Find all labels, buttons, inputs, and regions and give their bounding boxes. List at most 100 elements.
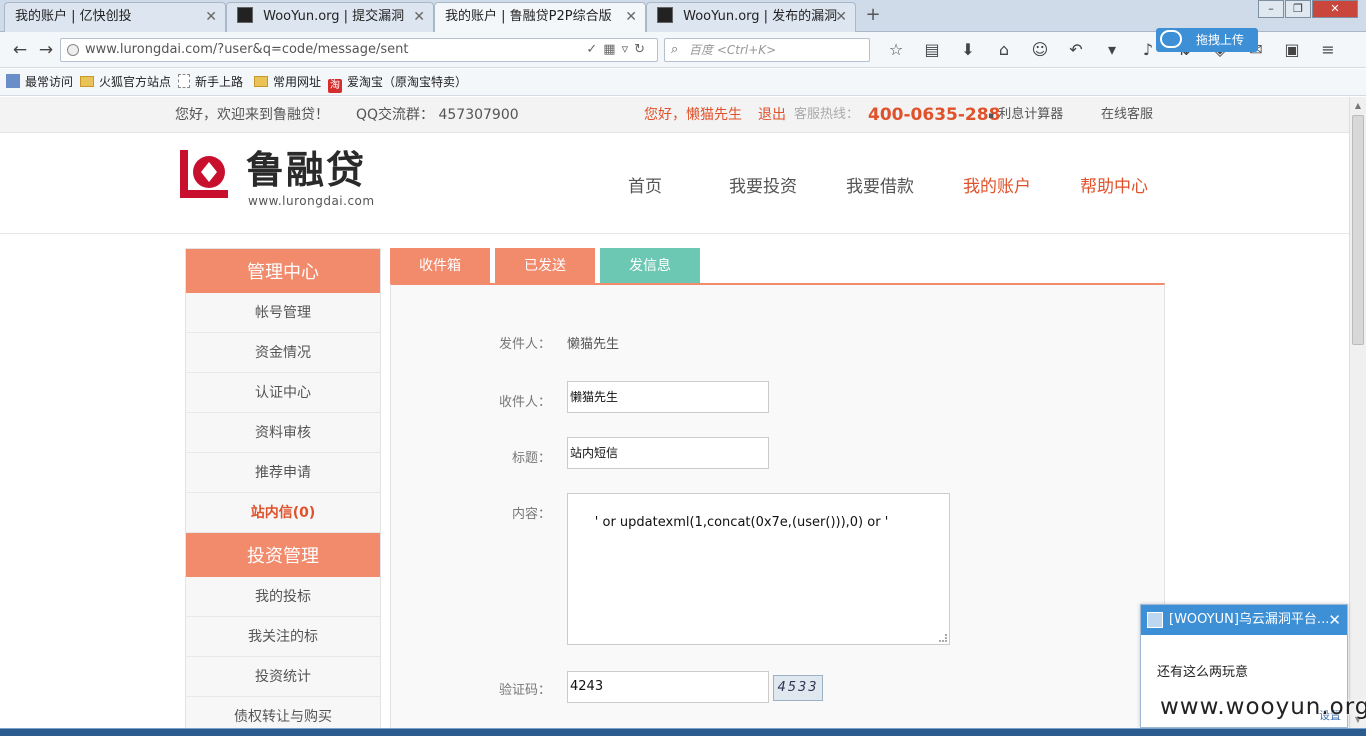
dropdown-icon[interactable]: ▾: [1094, 38, 1130, 62]
scrollbar-thumb[interactable]: [1352, 115, 1364, 345]
forward-arrow-icon[interactable]: →: [34, 38, 58, 62]
menu-icon[interactable]: ≡: [1310, 38, 1346, 62]
cloud-upload-icon: [1160, 30, 1182, 48]
site-top-strip: 您好，欢迎来到鲁融贷！ QQ交流群： 457307900 您好，懒猫先生 退出 …: [0, 97, 1349, 133]
content-text: ' or updatexml(1,concat(0x7e,(user())),0…: [594, 515, 889, 530]
download-icon[interactable]: ⬇: [950, 38, 986, 62]
bookmarks-bar: 最常访问 火狐官方站点 新手上路 常用网址 淘爱淘宝（原淘宝特卖）: [0, 69, 1366, 96]
browser-tab[interactable]: 我的账户 | 亿快创投 ✕: [4, 2, 226, 32]
sender-value: 懒猫先生: [567, 337, 620, 352]
browser-tab-active[interactable]: 我的账户 | 鲁融贷P2P综合版 ✕: [434, 2, 646, 32]
page-scrollbar[interactable]: ▲ ▼: [1349, 97, 1366, 728]
sidebar-item-review[interactable]: 资料审核: [186, 413, 380, 453]
reader-icon[interactable]: ▣: [1274, 38, 1310, 62]
watermark-text: www.wooyun.org: [1160, 694, 1366, 720]
notification-title[interactable]: [WOOYUN]乌云漏洞平台...: [1169, 612, 1329, 627]
minimize-icon[interactable]: –: [1258, 0, 1284, 18]
new-tab-button[interactable]: +: [862, 4, 884, 26]
bookmark-label: 常用网址: [273, 75, 322, 89]
chat-icon[interactable]: ☺: [1022, 38, 1058, 62]
tab-label: WooYun.org | 发布的漏洞: [683, 9, 838, 24]
welcome-text: 您好，欢迎来到鲁融贷！: [175, 107, 329, 123]
subject-input[interactable]: 站内短信: [567, 437, 769, 469]
nav-help-center[interactable]: 帮助中心: [1080, 172, 1148, 197]
search-placeholder: 百度 <Ctrl+K>: [689, 43, 777, 57]
content-textarea[interactable]: ' or updatexml(1,concat(0x7e,(user())),0…: [567, 493, 950, 645]
nav-my-account[interactable]: 我的账户: [963, 172, 1031, 197]
browser-tab[interactable]: WooYun.org | 提交漏洞 ✕: [226, 2, 434, 32]
folder-icon: [80, 76, 94, 87]
compose-panel: 发件人： 懒猫先生 收件人： 懒猫先生 标题： 站内短信 内容： ' or up…: [390, 283, 1165, 728]
most-visited-icon: [6, 74, 20, 88]
wooyun-notify-icon: [1147, 612, 1163, 628]
qq-group-text: QQ交流群： 457307900: [356, 107, 519, 123]
sidebar-item-verification[interactable]: 认证中心: [186, 373, 380, 413]
globe-icon: [67, 44, 79, 56]
tab-sent[interactable]: 已发送: [495, 248, 595, 284]
upload-label: 拖拽上传: [1196, 33, 1245, 47]
sidebar-section-title: 投资管理: [186, 533, 380, 577]
recipient-input[interactable]: 懒猫先生: [567, 381, 769, 413]
close-icon[interactable]: ✕: [1328, 605, 1341, 635]
resize-grip-icon[interactable]: [939, 634, 947, 642]
wooyun-favicon-icon: [657, 7, 673, 23]
close-icon[interactable]: ✕: [835, 3, 847, 31]
bookmark-item[interactable]: 火狐官方站点: [80, 69, 171, 96]
bookmark-item[interactable]: 新手上路: [178, 69, 243, 96]
notification-body[interactable]: 还有这么两玩意: [1141, 635, 1347, 680]
search-input[interactable]: ⌕ 百度 <Ctrl+K>: [664, 38, 870, 62]
bookmark-item[interactable]: 淘爱淘宝（原淘宝特卖）: [328, 69, 467, 96]
bookmark-label: 火狐官方站点: [99, 75, 172, 89]
url-bar-icons[interactable]: ✓▦▿↻: [586, 39, 651, 61]
sidebar-item-debt-transfer[interactable]: 债权转让与购买: [186, 697, 380, 728]
home-icon[interactable]: ⌂: [986, 38, 1022, 62]
account-sidebar: 管理中心 帐号管理 资金情况 认证中心 资料审核 推荐申请 站内信(0) 投资管…: [185, 248, 381, 728]
nav-borrow[interactable]: 我要借款: [846, 172, 914, 197]
online-service-link[interactable]: 在线客服: [1101, 97, 1153, 133]
calculator-link[interactable]: ▪ 利息计算器: [988, 97, 1063, 134]
maximize-icon[interactable]: ❐: [1285, 0, 1311, 18]
sidebar-item-invest-stats[interactable]: 投资统计: [186, 657, 380, 697]
toolbar-icons: ☆ ▤ ⬇ ⌂ ☺ ↶ ▾ ♪ ⇅ ◈ ✉ ▣ ≡: [878, 38, 1346, 62]
window-close-icon[interactable]: ✕: [1312, 0, 1358, 18]
upload-button[interactable]: 拖拽上传: [1156, 28, 1258, 52]
scroll-up-icon[interactable]: ▲: [1350, 101, 1366, 110]
hotline-label: 客服热线：: [794, 107, 860, 122]
logo-mark-icon[interactable]: [176, 146, 234, 204]
user-greeting[interactable]: 您好，懒猫先生: [644, 97, 742, 133]
sidebar-item-my-bids[interactable]: 我的投标: [186, 577, 380, 617]
sidebar-item-funds[interactable]: 资金情况: [186, 333, 380, 373]
sidebar-item-followed-bids[interactable]: 我关注的标: [186, 617, 380, 657]
site-header: 鲁融贷 www.lurongdai.com 首页 我要投资 我要借款 我的账户 …: [0, 134, 1349, 234]
logo-url: www.lurongdai.com: [248, 194, 375, 208]
undo-icon[interactable]: ↶: [1058, 38, 1094, 62]
sidebar-item-messages[interactable]: 站内信(0): [186, 493, 380, 533]
bookmark-item[interactable]: 常用网址: [254, 69, 321, 96]
nav-invest[interactable]: 我要投资: [729, 172, 797, 197]
close-icon[interactable]: ✕: [413, 3, 425, 31]
url-bar[interactable]: www.lurongdai.com/?user&q=code/message/s…: [60, 38, 658, 62]
bookmark-label: 爱淘宝（原淘宝特卖）: [347, 75, 468, 89]
close-icon[interactable]: ✕: [625, 3, 637, 31]
tab-inbox[interactable]: 收件箱: [390, 248, 490, 284]
back-arrow-icon[interactable]: ←: [8, 38, 32, 62]
bookmark-item[interactable]: 最常访问: [6, 69, 73, 96]
bookmark-star-icon[interactable]: ☆: [878, 38, 914, 62]
reading-list-icon[interactable]: ▤: [914, 38, 950, 62]
logout-link[interactable]: 退出: [758, 97, 786, 133]
close-icon[interactable]: ✕: [205, 3, 217, 31]
tab-label: WooYun.org | 提交漏洞: [263, 9, 405, 24]
nav-home[interactable]: 首页: [628, 172, 662, 197]
tab-label: 我的账户 | 鲁融贷P2P综合版: [445, 9, 612, 24]
captcha-input[interactable]: 4243: [567, 671, 769, 703]
sidebar-item-account[interactable]: 帐号管理: [186, 293, 380, 333]
bookmark-label: 新手上路: [195, 75, 244, 89]
search-icon: ⌕: [671, 42, 679, 57]
logo-text[interactable]: 鲁融贷: [246, 148, 366, 192]
browser-tab[interactable]: WooYun.org | 发布的漏洞 ✕: [646, 2, 856, 32]
captcha-image[interactable]: 4533: [773, 675, 823, 701]
sender-label: 发件人：: [498, 337, 551, 352]
tab-compose[interactable]: 发信息: [600, 248, 700, 284]
sidebar-section-title: 管理中心: [186, 249, 380, 293]
sidebar-item-referral[interactable]: 推荐申请: [186, 453, 380, 493]
